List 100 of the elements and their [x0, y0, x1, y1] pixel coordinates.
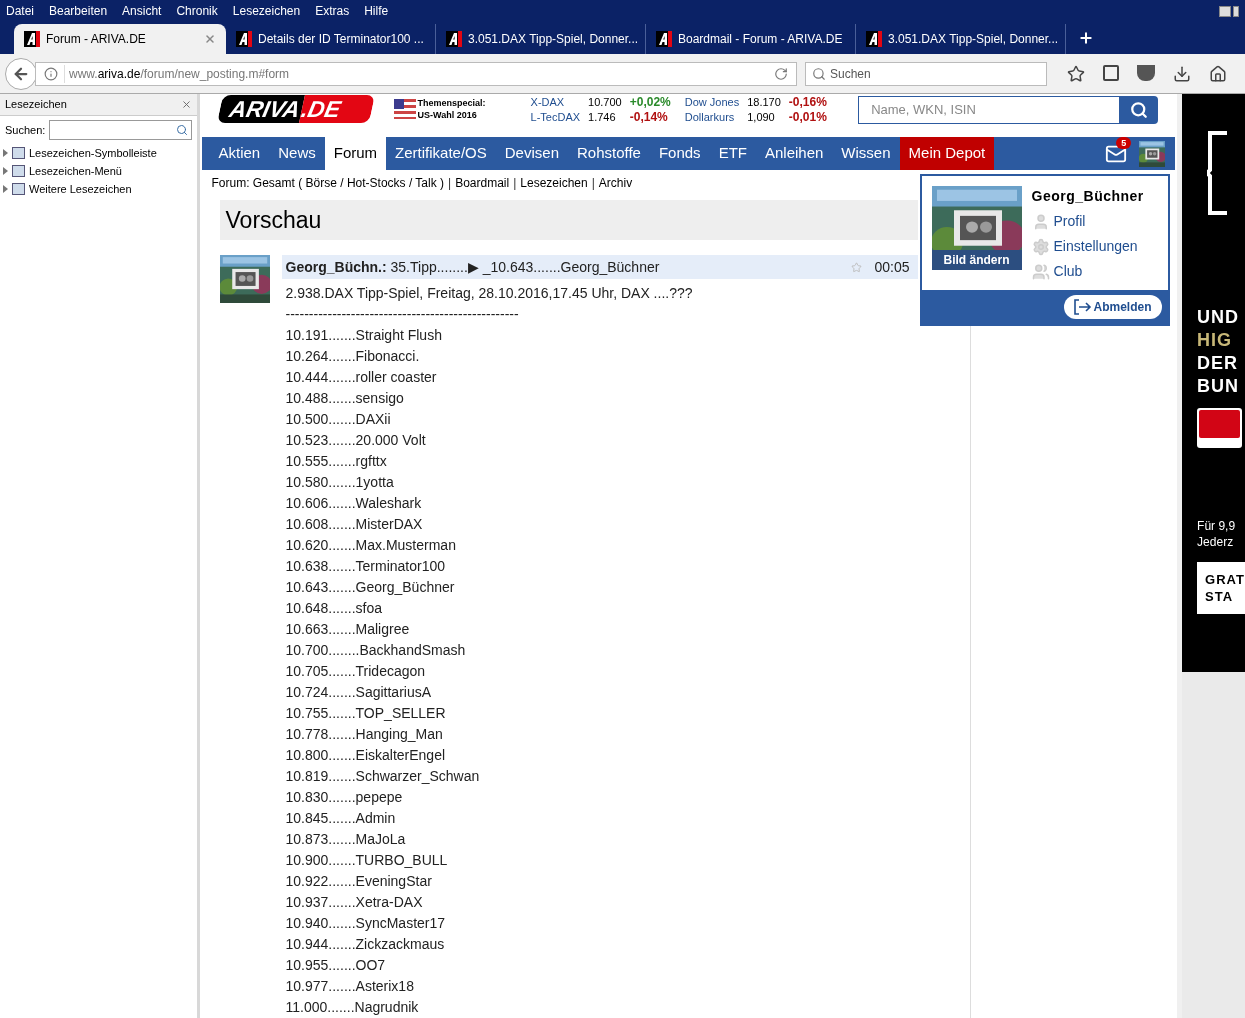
- star-icon[interactable]: [851, 261, 863, 273]
- post-text: 10.800.......EiskalterEngel: [285, 746, 446, 765]
- nav-tab[interactable]: ETF: [709, 137, 756, 171]
- address-field[interactable]: www.ariva.de/forum/new_posting.m#form: [35, 61, 797, 86]
- close-icon[interactable]: [204, 33, 216, 45]
- nav-tab[interactable]: Zertifikate/OS: [386, 137, 496, 171]
- post-text: 11.000.......Nagrudnik: [285, 998, 419, 1017]
- close-icon[interactable]: [180, 99, 192, 110]
- tab-title: 3.051.DAX Tipp-Spiel, Donner...: [468, 31, 639, 48]
- reload-icon[interactable]: [774, 66, 788, 81]
- separator: |: [448, 175, 452, 192]
- breadcrumb-link[interactable]: Lesezeichen: [520, 174, 588, 192]
- info-icon[interactable]: [44, 66, 58, 81]
- nav-tab[interactable]: Devisen: [495, 137, 568, 171]
- nav-tab[interactable]: Mein Depot: [899, 137, 995, 171]
- bookmark-folder[interactable]: Lesezeichen-Symbolleiste: [0, 144, 197, 162]
- nav-tab[interactable]: Rohstoffe: [568, 137, 650, 171]
- breadcrumb-link[interactable]: Archiv: [598, 174, 633, 192]
- post-text: 10.264.......Fibonacci.: [285, 347, 420, 366]
- menu-item[interactable]: Ansicht: [122, 2, 162, 20]
- back-button[interactable]: [5, 57, 37, 90]
- logo-icon: [236, 31, 252, 47]
- tab-title: Boardmail - Forum - ARIVA.DE: [678, 31, 843, 48]
- bookmark-folder[interactable]: Weitere Lesezeichen: [0, 180, 197, 198]
- folder-label: Weitere Lesezeichen: [29, 181, 132, 197]
- nav-tab[interactable]: Forum: [324, 137, 387, 171]
- ad-cta-button[interactable]: GRAT STA: [1197, 562, 1245, 614]
- post-text: 10.488.......sensigo: [285, 389, 404, 408]
- pocket-icon[interactable]: [1137, 64, 1155, 81]
- tab-title: 3.051.DAX Tipp-Spiel, Donner...: [888, 31, 1059, 48]
- post-text: 10.977.......Asterix18: [285, 977, 414, 996]
- post-text: 10.845.......Admin: [285, 809, 396, 828]
- ticker-change: +0,02%: [629, 95, 671, 110]
- post-time: 00:05: [874, 257, 910, 277]
- special-link[interactable]: Themenspecial: US-Wahl 2016: [417, 97, 486, 121]
- menu-link[interactable]: Profil: [1031, 211, 1144, 232]
- home-icon[interactable]: [1209, 64, 1227, 83]
- post-text: 10.778.......Hanging_Man: [285, 725, 443, 744]
- ticker-name[interactable]: L-TecDAX: [530, 110, 581, 125]
- tab-title: Details der ID Terminator100 ...: [258, 31, 424, 48]
- menu-link[interactable]: Einstellungen: [1031, 236, 1144, 257]
- bookmark-folder[interactable]: Lesezeichen-Menü: [0, 162, 197, 180]
- post-text: 10.830.......pepepe: [285, 788, 403, 807]
- ad-text: HIG: [1197, 329, 1234, 352]
- post-text: 10.523.......20.000 Volt: [285, 431, 426, 450]
- separator: |: [591, 175, 595, 192]
- menu-link[interactable]: Club: [1031, 261, 1144, 282]
- ticker-value: 10.700: [588, 95, 622, 110]
- logout-button[interactable]: Abmelden: [1063, 295, 1162, 319]
- menu-item[interactable]: Lesezeichen: [232, 2, 301, 20]
- menu-item[interactable]: Datei: [6, 2, 34, 20]
- ticker-change: -0,16%: [788, 95, 827, 110]
- post-text: 10.444.......roller coaster: [285, 368, 437, 387]
- ticker-value: 1.746: [588, 110, 617, 125]
- preview-heading: Vorschau: [225, 205, 322, 235]
- url-text: www.ariva.de/forum/new_posting.m#form: [64, 64, 290, 83]
- nav-tab[interactable]: News: [269, 137, 325, 171]
- ticker-name[interactable]: Dow Jones: [684, 95, 740, 110]
- post-text: 10.705.......Tridecagon: [285, 662, 426, 681]
- search-field[interactable]: Suchen: [805, 61, 1047, 86]
- search-button[interactable]: [1120, 96, 1159, 124]
- post-text: 10.500.......DAXii: [285, 410, 391, 429]
- change-picture-button[interactable]: Bild ändern: [931, 250, 1022, 270]
- menu-item[interactable]: Chronik: [176, 2, 218, 20]
- ad-text: UND: [1197, 306, 1241, 329]
- nav-tab[interactable]: Fonds: [649, 137, 710, 171]
- ticker-value: 1,090: [747, 110, 776, 125]
- post-text: 10.937.......Xetra-DAX: [285, 893, 423, 912]
- new-tab-icon[interactable]: [1078, 30, 1094, 46]
- ticker-change: -0,14%: [629, 110, 669, 125]
- ticker-name[interactable]: X-DAX: [530, 95, 581, 110]
- ad-text: BUN: [1197, 375, 1241, 398]
- folder-icon: [12, 147, 25, 159]
- logo-icon: [656, 31, 672, 47]
- nav-tab[interactable]: Aktien: [209, 137, 270, 171]
- post-text: --------------------------------------------------: [285, 305, 519, 324]
- maximize-button[interactable]: [1233, 5, 1239, 17]
- download-icon[interactable]: [1173, 64, 1191, 83]
- minimize-button[interactable]: [1219, 5, 1231, 17]
- tab-title: Forum - ARIVA.DE: [46, 31, 147, 48]
- menu-item[interactable]: Bearbeiten: [49, 2, 108, 20]
- bookmark-star-icon[interactable]: [1067, 64, 1085, 83]
- menu-item[interactable]: Hilfe: [364, 2, 389, 20]
- site-search-field[interactable]: Name, WKN, ISIN: [858, 96, 1121, 124]
- post-text: 10.606.......Waleshark: [285, 494, 422, 513]
- folder-label: Lesezeichen-Symbolleiste: [29, 145, 157, 161]
- post-subject: Georg_Büchn.: 35.Tipp........▶ _10.643.......Georg_Büchner: [285, 257, 660, 277]
- nav-tab[interactable]: Wissen: [832, 137, 900, 171]
- post-text: 2.938.DAX Tipp-Spiel, Freitag, 28.10.2016,17.45 Uhr, DAX ....???: [285, 284, 693, 303]
- post-text: 10.555.......rgfttx: [285, 452, 387, 471]
- browser-tab[interactable]: Forum - ARIVA.DE: [14, 24, 226, 54]
- menu-item[interactable]: Extras: [315, 2, 350, 20]
- nav-tab[interactable]: Anleihen: [755, 137, 833, 171]
- reading-list-icon[interactable]: [1103, 64, 1119, 81]
- ad-text: DER: [1197, 352, 1240, 375]
- breadcrumb-link[interactable]: Forum: Gesamt ( Börse / Hot-Stocks / Talk ): [211, 174, 444, 192]
- bookmark-search-field[interactable]: [49, 120, 192, 140]
- post-text: 10.944.......Zickzackmaus: [285, 935, 445, 954]
- ticker-name[interactable]: Dollarkurs: [684, 110, 740, 125]
- breadcrumb-link[interactable]: Boardmail: [455, 174, 510, 192]
